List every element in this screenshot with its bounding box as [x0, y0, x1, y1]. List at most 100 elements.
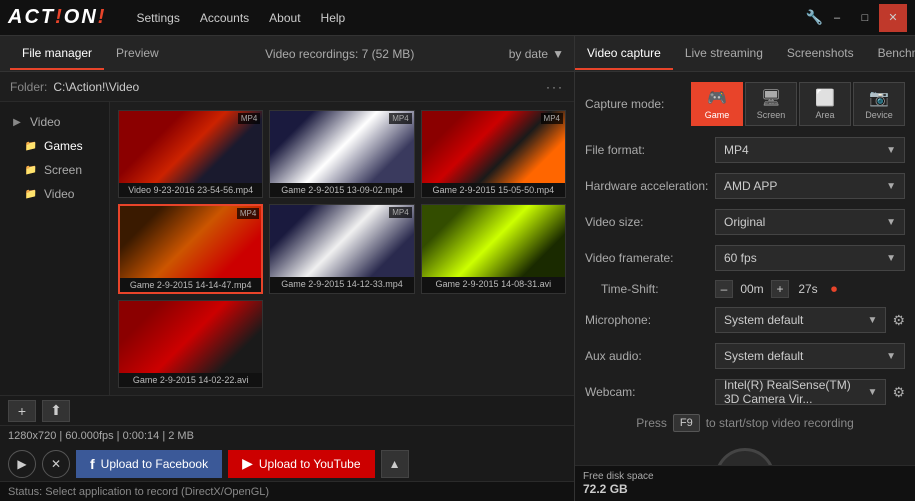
file-format-label: File format:	[585, 143, 715, 157]
status-bar: Status: Select application to record (Di…	[0, 481, 574, 501]
nav-about[interactable]: About	[269, 11, 300, 25]
tree-item-video-label: Video	[30, 115, 60, 129]
sidebar-tree: ▶ Video 📁 Games 📁 Screen 📁 Video	[0, 102, 110, 395]
video-size-dropdown[interactable]: Original ▼	[715, 209, 905, 235]
capture-mode-device[interactable]: 📷 Device	[853, 82, 905, 126]
capture-mode-screen[interactable]: 🖥 Screen	[745, 82, 797, 126]
timeshift-plus-btn[interactable]: +	[771, 280, 789, 298]
video-thumb-img-1: MP4	[119, 111, 262, 183]
upload-youtube-button[interactable]: ▶ Upload to YouTube	[228, 450, 374, 478]
aux-value: System default	[724, 349, 803, 363]
tab-benchmark[interactable]: Benchmark	[866, 38, 915, 70]
tree-item-video[interactable]: ▶ Video	[0, 110, 109, 134]
capture-mode-screen-label: Screen	[757, 110, 786, 120]
mp4-badge-5: MP4	[389, 207, 411, 218]
upload-folder-button[interactable]: ⬆	[42, 400, 70, 422]
microphone-dropdown[interactable]: System default ▼	[715, 307, 886, 333]
video-thumb-6[interactable]: Game 2-9-2015 14-08-31.avi	[421, 204, 566, 294]
microphone-value: System default	[724, 313, 803, 327]
window-controls: – □ ✕	[823, 4, 907, 32]
upload-facebook-label: Upload to Facebook	[101, 457, 208, 471]
video-framerate-dropdown[interactable]: 60 fps ▼	[715, 245, 905, 271]
video-size-row: Video size: Original ▼	[585, 208, 905, 236]
file-format-row: File format: MP4 ▼	[585, 136, 905, 164]
video-thumb-4[interactable]: MP4 Game 2-9-2015 14-14-47.mp4	[118, 204, 263, 294]
video-thumb-img-7	[119, 301, 262, 373]
video-thumb-img-6	[422, 205, 565, 277]
video-thumb-label-7: Game 2-9-2015 14-02-22.avi	[119, 373, 262, 387]
nav-settings[interactable]: Settings	[136, 11, 179, 25]
sort-button[interactable]: by date ▼	[509, 47, 564, 61]
dropdown-arrow-icon-5: ▼	[868, 315, 878, 326]
main-container: File manager Preview Video recordings: 7…	[0, 36, 915, 501]
main-nav: Settings Accounts About Help	[136, 11, 805, 25]
webcam-label: Webcam:	[585, 385, 715, 399]
nav-help[interactable]: Help	[321, 11, 346, 25]
timeshift-row: Time-Shift: – 00m + 27s ⏺	[585, 280, 905, 298]
tab-file-manager[interactable]: File manager	[10, 38, 104, 70]
tree-item-games[interactable]: 📁 Games	[0, 134, 109, 158]
hardware-accel-row: Hardware acceleration: AMD APP ▼	[585, 172, 905, 200]
tree-item-screen[interactable]: 📁 Screen	[0, 158, 109, 182]
mp4-badge-1: MP4	[238, 113, 260, 124]
press-suffix: to start/stop video recording	[706, 416, 854, 430]
timeshift-minus-btn[interactable]: –	[715, 280, 733, 298]
dropdown-arrow-icon: ▼	[886, 145, 896, 156]
capture-mode-game-label: Game	[705, 110, 730, 120]
file-format-value: MP4	[724, 143, 749, 157]
capture-mode-area[interactable]: ⬜ Area	[799, 82, 851, 126]
wrench-icon[interactable]: 🔧	[806, 9, 823, 26]
video-thumb-1[interactable]: MP4 Video 9-23-2016 23-54-56.mp4	[118, 110, 263, 198]
tree-item-video-sub-label: Video	[44, 187, 74, 201]
video-info: 1280x720 | 60.000fps | 0:00:14 | 2 MB	[0, 426, 574, 446]
f9-key-badge: F9	[673, 414, 700, 432]
nav-accounts[interactable]: Accounts	[200, 11, 249, 25]
content-area: ▶ Video 📁 Games 📁 Screen 📁 Video	[0, 102, 574, 395]
webcam-gear-icon[interactable]: ⚙	[892, 384, 905, 401]
add-button[interactable]: +	[8, 400, 36, 422]
maximize-button[interactable]: □	[851, 4, 879, 32]
video-thumb-label-2: Game 2-9-2015 13-09-02.mp4	[270, 183, 413, 197]
capture-mode-device-label: Device	[865, 110, 893, 120]
sort-label: by date	[509, 47, 548, 61]
aux-dropdown[interactable]: System default ▼	[715, 343, 905, 369]
folder-options-button[interactable]: ···	[546, 80, 564, 94]
microphone-row: Microphone: System default ▼ ⚙	[585, 306, 905, 334]
file-format-dropdown[interactable]: MP4 ▼	[715, 137, 905, 163]
capture-mode-game[interactable]: 🎮 Game	[691, 82, 743, 126]
tab-preview[interactable]: Preview	[104, 38, 171, 70]
close-button[interactable]: ✕	[879, 4, 907, 32]
hardware-accel-dropdown[interactable]: AMD APP ▼	[715, 173, 905, 199]
folder-white-icon: 📁	[24, 139, 38, 153]
timeshift-rec-icon: ⏺	[831, 282, 837, 297]
mp4-badge-4: MP4	[237, 208, 259, 219]
capture-mode-row: Capture mode: 🎮 Game 🖥 Screen ⬜ Area	[585, 82, 905, 126]
video-framerate-row: Video framerate: 60 fps ▼	[585, 244, 905, 272]
play-button[interactable]: ▶	[8, 450, 36, 478]
video-thumb-2[interactable]: MP4 Game 2-9-2015 13-09-02.mp4	[269, 110, 414, 198]
timeshift-val1: 00m	[737, 282, 767, 296]
rec-button[interactable]: REC	[715, 448, 775, 465]
upload-facebook-button[interactable]: f Upload to Facebook	[76, 450, 222, 478]
video-thumb-3[interactable]: MP4 Game 2-9-2015 15-05-50.mp4	[421, 110, 566, 198]
dropdown-arrow-icon-2: ▼	[886, 181, 896, 192]
folder-gray-icon: ▶	[10, 115, 24, 129]
microphone-gear-icon[interactable]: ⚙	[892, 312, 905, 329]
aux-audio-row: Aux audio: System default ▼	[585, 342, 905, 370]
tree-item-video-sub[interactable]: 📁 Video	[0, 182, 109, 206]
right-content: Capture mode: 🎮 Game 🖥 Screen ⬜ Area	[575, 72, 915, 465]
webcam-value: Intel(R) RealSense(TM) 3D Camera Vir...	[724, 378, 868, 406]
capture-modes: 🎮 Game 🖥 Screen ⬜ Area 📷 Device	[691, 82, 905, 126]
video-thumb-7[interactable]: Game 2-9-2015 14-02-22.avi	[118, 300, 263, 388]
stop-button[interactable]: ✕	[42, 450, 70, 478]
webcam-dropdown[interactable]: Intel(R) RealSense(TM) 3D Camera Vir... …	[715, 379, 886, 405]
video-thumb-5[interactable]: MP4 Game 2-9-2015 14-12-33.mp4	[269, 204, 414, 294]
tab-bar: File manager Preview Video recordings: 7…	[0, 36, 574, 72]
tab-screenshots[interactable]: Screenshots	[775, 38, 866, 70]
disk-value: 72.2 GB	[583, 482, 907, 496]
tab-live-streaming[interactable]: Live streaming	[673, 38, 775, 70]
minimize-button[interactable]: –	[823, 4, 851, 32]
area-icon: ⬜	[815, 88, 835, 108]
more-upload-button[interactable]: ▲	[381, 450, 409, 478]
tab-video-capture[interactable]: Video capture	[575, 38, 673, 70]
